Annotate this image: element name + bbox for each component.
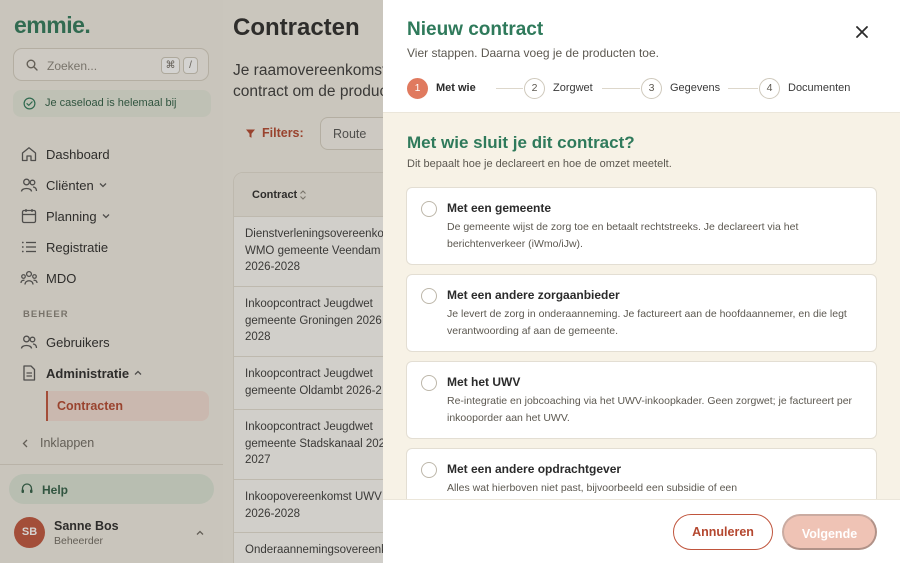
step-label: Zorgwet — [553, 82, 593, 94]
option-zorgaanbieder[interactable]: Met een andere zorgaanbieder Je levert d… — [406, 274, 877, 352]
radio-button[interactable] — [421, 462, 437, 478]
dialog-header: Nieuw contract Vier stappen. Daarna voeg… — [383, 0, 900, 113]
step-number: 4 — [759, 77, 780, 99]
option-opdrachtgever[interactable]: Met een andere opdrachtgever Alles wat h… — [406, 448, 877, 499]
option-description: Re-integratie en jobcoaching via het UWV… — [447, 395, 853, 424]
step-connector — [496, 88, 523, 89]
step-number: 2 — [524, 77, 545, 99]
step-3: 3 Gegevens — [641, 77, 720, 99]
cancel-button[interactable]: Annuleren — [673, 514, 773, 550]
option-uwv[interactable]: Met het UWV Re-integratie en jobcoaching… — [406, 361, 877, 439]
option-description: Je levert de zorg in onderaanneming. Je … — [447, 308, 847, 337]
radio-button[interactable] — [421, 288, 437, 304]
radio-button[interactable] — [421, 375, 437, 391]
new-contract-dialog: Nieuw contract Vier stappen. Daarna voeg… — [383, 0, 900, 563]
dialog-subtitle: Vier stappen. Daarna voeg je de producte… — [407, 46, 659, 60]
option-title: Met een andere opdrachtgever — [447, 462, 622, 476]
option-description: De gemeente wijst de zorg toe en betaalt… — [447, 221, 799, 250]
question-subtitle: Dit bepaalt hoe je declareert en hoe de … — [407, 158, 672, 170]
dialog-title: Nieuw contract — [407, 19, 544, 40]
next-button[interactable]: Volgende — [782, 514, 877, 550]
radio-button[interactable] — [421, 201, 437, 217]
step-number: 3 — [641, 77, 662, 99]
step-label: Gegevens — [670, 82, 721, 94]
option-title: Met een andere zorgaanbieder — [447, 288, 620, 302]
step-connector — [602, 88, 640, 89]
step-4: 4 Documenten — [759, 77, 850, 99]
step-1: 1 Met wie — [407, 77, 476, 99]
step-number: 1 — [407, 77, 428, 99]
option-gemeente[interactable]: Met een gemeente De gemeente wijst de zo… — [406, 187, 877, 265]
option-title: Met een gemeente — [447, 201, 552, 215]
step-2: 2 Zorgwet — [524, 77, 593, 99]
modal-backdrop[interactable] — [0, 0, 383, 563]
step-label: Documenten — [788, 82, 851, 94]
step-connector — [728, 88, 758, 89]
step-label: Met wie — [436, 82, 476, 94]
dialog-footer: Annuleren Volgende — [383, 499, 900, 563]
option-title: Met het UWV — [447, 375, 521, 389]
option-description: Alles wat hierboven niet past, bijvoorbe… — [447, 482, 738, 494]
close-icon[interactable] — [854, 24, 870, 40]
question-title: Met wie sluit je dit contract? — [407, 133, 635, 152]
party-options: Met een gemeente De gemeente wijst de zo… — [406, 187, 877, 499]
